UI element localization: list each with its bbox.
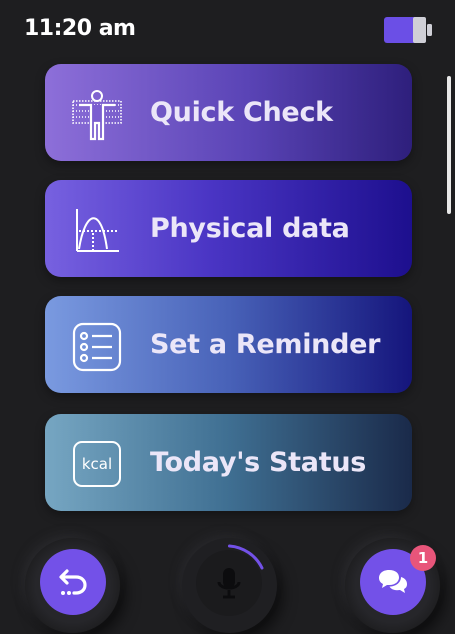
chart-curve-icon [76, 209, 119, 252]
notification-badge: 1 [410, 545, 436, 571]
chat-bubbles-icon [379, 570, 407, 593]
undo-icon [59, 569, 87, 595]
scrollbar[interactable] [447, 76, 451, 214]
todays-status-button[interactable]: kcal Today's Status [45, 414, 412, 511]
mic-button[interactable] [196, 550, 262, 616]
quick-check-button[interactable]: Quick Check [45, 64, 412, 161]
microphone-icon [217, 568, 241, 599]
back-button[interactable] [40, 549, 106, 615]
status-time: 11:20 am [24, 16, 136, 41]
body-scan-icon [72, 90, 122, 141]
set-reminder-button[interactable]: Set a Reminder [45, 296, 412, 393]
physical-data-button[interactable]: Physical data [45, 180, 412, 277]
todays-status-label: Today's Status [150, 447, 367, 478]
list-icon [72, 322, 122, 372]
physical-data-label: Physical data [150, 213, 350, 244]
quick-check-label: Quick Check [150, 97, 333, 128]
kcal-icon: kcal [73, 441, 121, 487]
set-reminder-label: Set a Reminder [150, 329, 381, 360]
battery-icon [384, 17, 432, 43]
